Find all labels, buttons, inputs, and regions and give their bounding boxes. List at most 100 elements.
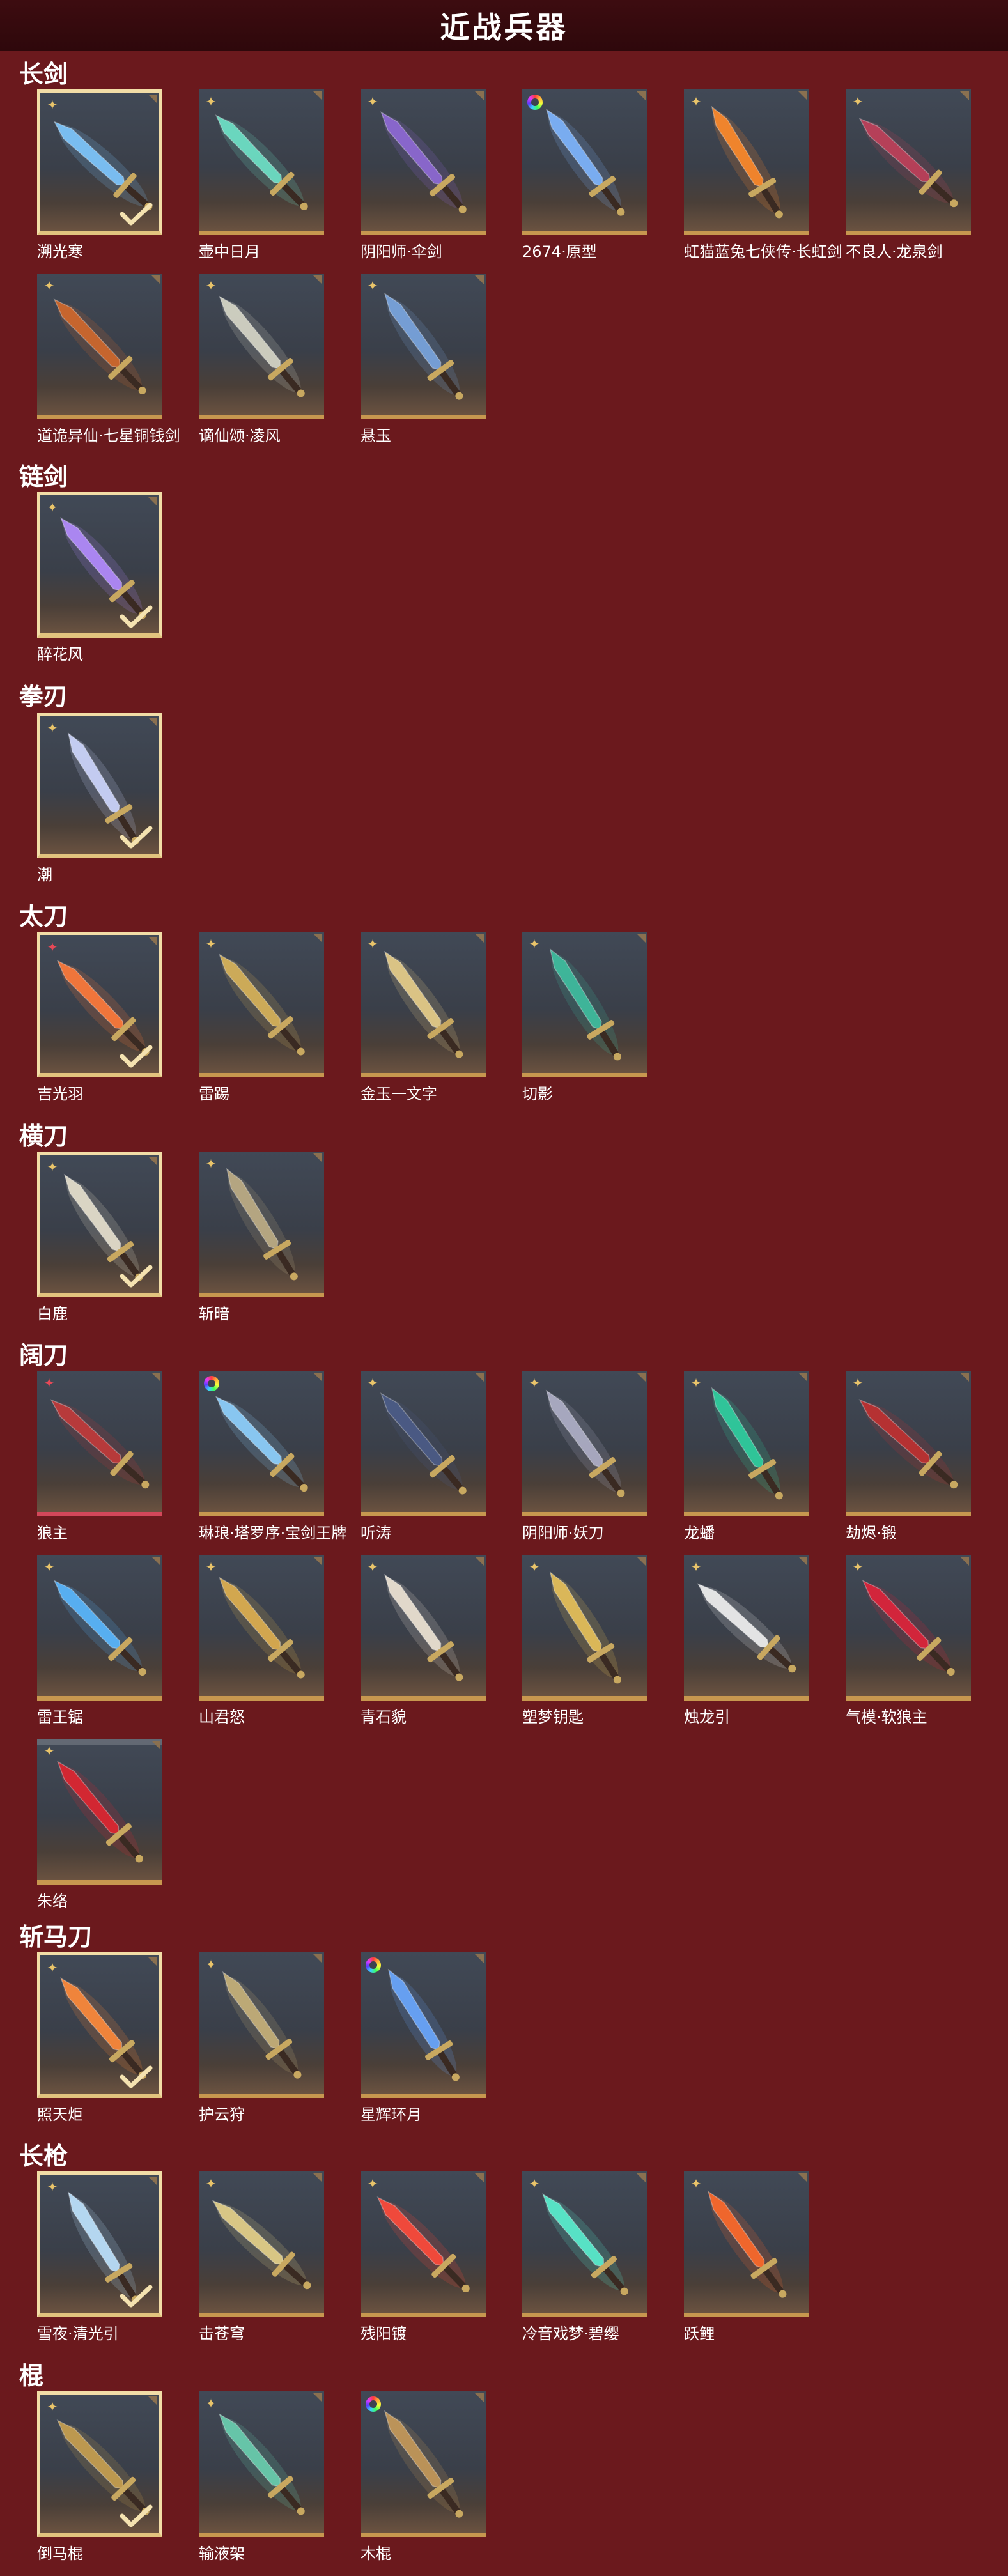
weapon-item[interactable]: 琳琅·塔罗序·宝剑王牌 — [199, 1371, 346, 1543]
weapon-name: 雪夜·清光引 — [37, 2325, 119, 2343]
weapon-item[interactable]: ✦ 朱络 — [37, 1739, 162, 1911]
weapon-card[interactable]: ✦ — [361, 2171, 486, 2317]
weapon-card[interactable]: ✦ — [37, 932, 162, 1077]
weapon-card[interactable]: ✦ — [522, 2171, 647, 2317]
weapon-item[interactable]: 木棍 — [361, 2391, 486, 2563]
weapon-item[interactable]: ✦ 白鹿 — [37, 1152, 162, 1323]
weapon-card[interactable]: ✦ — [361, 1371, 486, 1516]
weapon-card[interactable]: ✦ — [37, 713, 162, 858]
weapon-name: 星辉环月 — [361, 2106, 422, 2124]
weapon-item[interactable]: 2674·原型 — [522, 89, 647, 261]
weapon-card[interactable]: ✦ — [37, 1739, 162, 1885]
weapon-item[interactable]: ✦ 龙蟠 — [684, 1371, 809, 1543]
weapon-card[interactable]: ✦ — [846, 1555, 971, 1701]
rainbow-icon — [366, 1957, 381, 1973]
weapon-item[interactable]: ✦ 听涛 — [361, 1371, 486, 1543]
weapon-image — [384, 1573, 463, 1681]
gold-star-icon: ✦ — [43, 1559, 55, 1575]
weapon-item[interactable]: ✦ 冷音戏梦·碧缨 — [522, 2171, 647, 2343]
weapon-item[interactable]: 星辉环月 — [361, 1952, 486, 2124]
weapon-item[interactable]: ✦ 悬玉 — [361, 274, 486, 445]
weapon-item[interactable]: ✦ 照天炬 — [37, 1952, 162, 2124]
weapon-item[interactable]: ✦ 青石貌 — [361, 1555, 486, 1727]
weapon-name: 醉花风 — [37, 645, 83, 663]
weapon-card[interactable]: ✦ — [37, 89, 162, 235]
weapon-item[interactable]: ✦ 虹猫蓝兔七侠传·长虹剑 — [684, 89, 842, 261]
weapon-card[interactable] — [361, 1952, 486, 2098]
weapon-card[interactable]: ✦ — [37, 1371, 162, 1516]
weapon-item[interactable]: ✦ 倒马棍 — [37, 2391, 162, 2563]
weapon-card[interactable] — [199, 1371, 324, 1516]
weapon-name: 阴阳师·伞剑 — [361, 243, 442, 261]
weapon-item[interactable]: ✦ 阴阳师·妖刀 — [522, 1371, 647, 1543]
weapon-item[interactable]: ✦ 击苍穹 — [199, 2171, 324, 2343]
weapon-item[interactable]: ✦ 气模·软狼主 — [846, 1555, 971, 1727]
weapon-item[interactable]: ✦ 雷王锯 — [37, 1555, 162, 1727]
gold-star-icon: ✦ — [367, 1375, 378, 1391]
weapon-card[interactable]: ✦ — [846, 1371, 971, 1516]
weapon-card[interactable]: ✦ — [37, 1952, 162, 2098]
weapon-card[interactable]: ✦ — [684, 2171, 809, 2317]
weapon-name: 狼主 — [37, 1524, 68, 1542]
weapon-card[interactable]: ✦ — [37, 274, 162, 419]
weapon-card[interactable] — [361, 2391, 486, 2537]
weapon-image — [380, 111, 467, 213]
weapon-item[interactable]: ✦ 输液架 — [199, 2391, 324, 2563]
weapon-card[interactable]: ✦ — [37, 1555, 162, 1701]
weapon-card[interactable]: ✦ — [37, 1152, 162, 1297]
gold-star-icon: ✦ — [529, 2176, 540, 2191]
weapon-item[interactable]: ✦ 谪仙颂·凌风 — [199, 274, 324, 445]
weapon-image — [215, 1396, 308, 1492]
weapon-card[interactable]: ✦ — [199, 2171, 324, 2317]
weapon-item[interactable]: ✦ 护云狩 — [199, 1952, 324, 2124]
weapon-item[interactable]: ✦ 劫烬·锻 — [846, 1371, 971, 1543]
weapon-card[interactable]: ✦ — [199, 1952, 324, 2098]
weapon-card[interactable] — [522, 89, 647, 235]
weapon-item[interactable]: ✦ 残阳镀 — [361, 2171, 486, 2343]
weapon-card[interactable]: ✦ — [37, 492, 162, 638]
weapon-card[interactable]: ✦ — [199, 274, 324, 419]
weapon-item[interactable]: ✦ 吉光羽 — [37, 932, 162, 1104]
weapon-card[interactable]: ✦ — [199, 1152, 324, 1297]
weapon-card[interactable]: ✦ — [846, 89, 971, 235]
weapon-item[interactable]: ✦ 塑梦钥匙 — [522, 1555, 647, 1727]
weapon-card[interactable]: ✦ — [37, 2171, 162, 2317]
weapon-item[interactable]: ✦ 狼主 — [37, 1371, 162, 1543]
weapon-card[interactable]: ✦ — [522, 932, 647, 1077]
weapon-card[interactable]: ✦ — [361, 274, 486, 419]
weapon-card[interactable]: ✦ — [361, 89, 486, 235]
weapon-item[interactable]: ✦ 烛龙引 — [684, 1555, 809, 1727]
weapon-item[interactable]: ✦ 不良人·龙泉剑 — [846, 89, 971, 261]
weapon-item[interactable]: ✦ 潮 — [37, 713, 162, 884]
weapon-item[interactable]: ✦ 雷踢 — [199, 932, 324, 1104]
weapon-item[interactable]: ✦ 溯光寒 — [37, 89, 162, 261]
weapon-item[interactable]: ✦ 跃鲤 — [684, 2171, 809, 2343]
weapon-item[interactable]: ✦ 切影 — [522, 932, 647, 1104]
weapon-card[interactable]: ✦ — [37, 2391, 162, 2537]
weapon-image — [711, 1387, 783, 1500]
weapon-item[interactable]: ✦ 山君怒 — [199, 1555, 324, 1727]
weapon-card[interactable]: ✦ — [199, 1555, 324, 1701]
weapon-card[interactable]: ✦ — [199, 2391, 324, 2537]
gold-star-icon: ✦ — [690, 1375, 702, 1391]
weapon-card[interactable]: ✦ — [522, 1371, 647, 1516]
weapon-card[interactable]: ✦ — [684, 1371, 809, 1516]
weapon-card[interactable]: ✦ — [522, 1555, 647, 1701]
gold-star-icon: ✦ — [205, 936, 217, 952]
weapon-card[interactable]: ✦ — [361, 1555, 486, 1701]
weapon-item[interactable]: ✦ 壶中日月 — [199, 89, 324, 261]
weapon-card[interactable]: ✦ — [684, 1555, 809, 1701]
weapon-card[interactable]: ✦ — [361, 932, 486, 1077]
weapon-name: 冷音戏梦·碧缨 — [522, 2325, 619, 2343]
weapon-item[interactable]: ✦ 阴阳师·伞剑 — [361, 89, 486, 261]
weapon-item[interactable]: ✦ 斩暗 — [199, 1152, 324, 1323]
weapon-item[interactable]: ✦ 雪夜·清光引 — [37, 2171, 162, 2343]
weapon-card[interactable]: ✦ — [684, 89, 809, 235]
weapon-card[interactable]: ✦ — [199, 932, 324, 1077]
weapon-item[interactable]: ✦ 醉花风 — [37, 492, 162, 664]
weapon-card[interactable]: ✦ — [199, 89, 324, 235]
weapon-item[interactable]: ✦ 道诡异仙·七星铜钱剑 — [37, 274, 180, 445]
gold-star-icon: ✦ — [47, 720, 58, 736]
weapon-name: 气模·软狼主 — [846, 1708, 927, 1726]
weapon-item[interactable]: ✦ 金玉一文字 — [361, 932, 486, 1104]
